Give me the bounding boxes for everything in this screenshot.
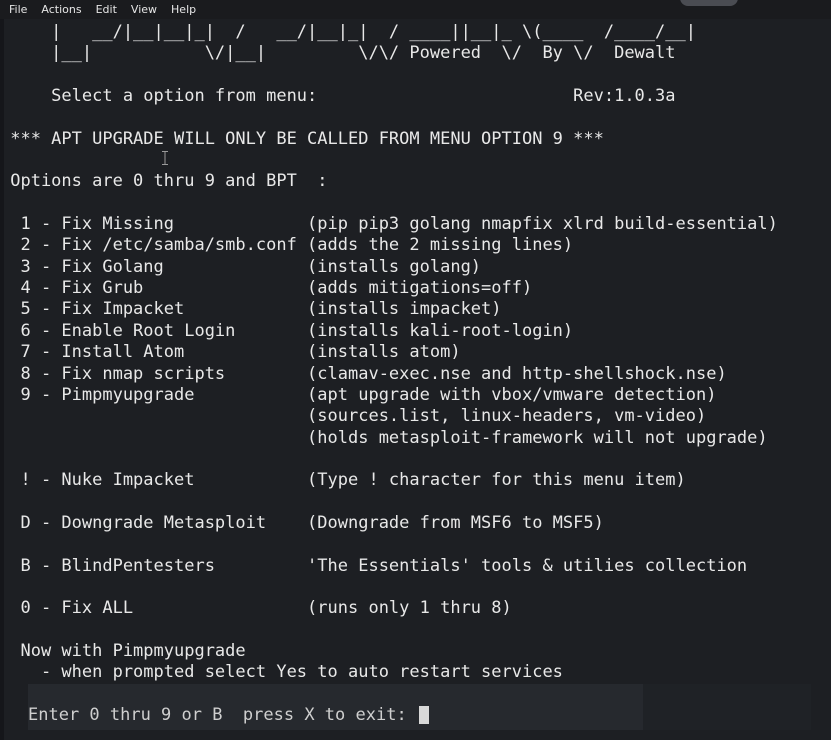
- menu-actions[interactable]: Actions: [33, 0, 87, 19]
- terminal-line: Select a option from menu: Rev:1.0.3a: [0, 86, 676, 107]
- terminal-line: D - Downgrade Metasploit (Downgrade from…: [0, 512, 604, 533]
- menu-view[interactable]: View: [123, 0, 163, 19]
- terminal-line: (sources.list, linux-headers, vm-video): [0, 406, 707, 427]
- terminal-line: |__| \/|__| \/\/ Powered \/ By \/ Dewalt: [0, 43, 676, 64]
- terminal-output[interactable]: | __/|__|__|_| / __/|__|_| / ____||__|_ …: [0, 19, 831, 740]
- terminal-line: 1 - Fix Missing (pip pip3 golang nmapfix…: [0, 214, 778, 235]
- terminal-line: 6 - Enable Root Login (installs kali-roo…: [0, 320, 574, 341]
- prompt-bar-right-panel: [643, 684, 811, 730]
- terminal-line: 9 - Pimpmyupgrade (apt upgrade with vbox…: [0, 384, 717, 405]
- window-edge: [0, 19, 4, 740]
- terminal-line: 3 - Fix Golang (installs golang): [0, 256, 482, 277]
- i-beam-cursor-icon: [162, 151, 168, 165]
- block-cursor-icon: [418, 706, 429, 724]
- window-control-pill[interactable]: [680, 0, 738, 6]
- terminal-line: 7 - Install Atom (installs atom): [0, 342, 461, 363]
- terminal-line: 5 - Fix Impacket (installs impacket): [0, 299, 502, 320]
- terminal-line: Options are 0 thru 9 and BPT :: [0, 171, 328, 192]
- terminal-line: ! - Nuke Impacket (Type ! character for …: [0, 470, 686, 491]
- menu-edit[interactable]: Edit: [88, 0, 123, 19]
- terminal-line: 0 - Fix ALL (runs only 1 thru 8): [0, 598, 512, 619]
- terminal-line: 2 - Fix /etc/samba/smb.conf (adds the 2 …: [0, 235, 574, 256]
- terminal-line: Now with Pimpmyupgrade: [0, 640, 246, 661]
- terminal-line: | __/|__|__|_| / __/|__|_| / ____||__|_ …: [0, 22, 696, 42]
- terminal-line: *** APT UPGRADE WILL ONLY BE CALLED FROM…: [0, 128, 604, 149]
- terminal-line: (holds metasploit-framework will not upg…: [0, 427, 768, 448]
- terminal-line: 4 - Fix Grub (adds mitigations=off): [0, 278, 533, 299]
- menu-help[interactable]: Help: [163, 0, 202, 19]
- terminal-line: 8 - Fix nmap scripts (clamav-exec.nse an…: [0, 363, 727, 384]
- terminal-line: - when prompted select Yes to auto resta…: [0, 662, 563, 683]
- menu-file[interactable]: File: [0, 0, 33, 19]
- prompt-text: Enter 0 thru 9 or B press X to exit:: [28, 705, 417, 725]
- prompt-line[interactable]: Enter 0 thru 9 or B press X to exit:: [28, 704, 429, 726]
- terminal-lines: | __/|__|__|_| / __/|__|_| / ____||__|_ …: [0, 22, 778, 684]
- terminal-line: B - BlindPentesters 'The Essentials' too…: [0, 555, 748, 576]
